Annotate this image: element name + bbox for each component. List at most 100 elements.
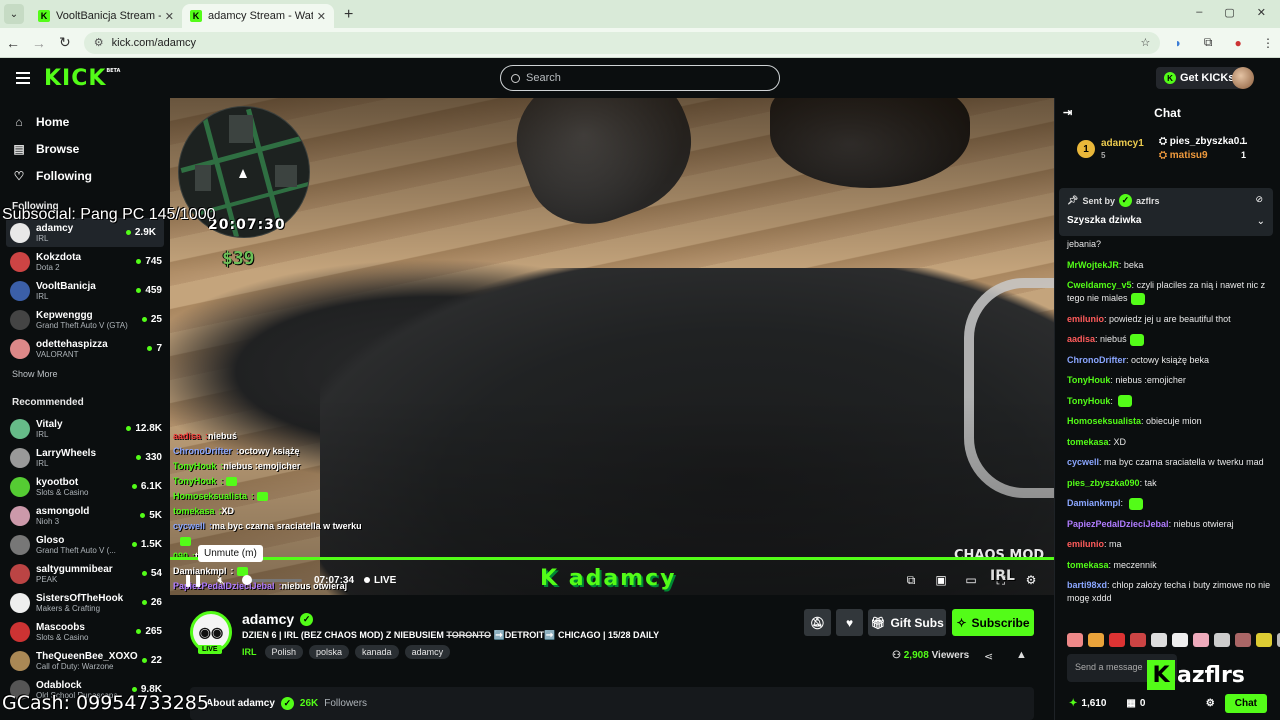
report-icon[interactable]: ▲ [1016, 649, 1027, 661]
emote-icon[interactable] [1193, 633, 1209, 647]
fullscreen-icon[interactable]: ⛶ [990, 573, 1012, 588]
sidebar-channel-vitaly[interactable]: Vitaly IRL 12.8K [0, 414, 170, 443]
chat-username[interactable]: barti98xd [1067, 580, 1107, 590]
collapse-chat-icon[interactable]: ⇥ [1063, 106, 1072, 119]
sidebar-channel-larrywheels[interactable]: LarryWheels IRL 330 [0, 443, 170, 472]
chat-username[interactable]: TonyHouk [1067, 396, 1110, 406]
streamer-name[interactable]: adamcy ✓ [242, 611, 314, 627]
reload-icon[interactable]: ↻ [52, 34, 78, 51]
sidebar-channel-kyootbot[interactable]: kyootbot Slots & Casino 6.1K [0, 472, 170, 501]
close-tab-icon[interactable]: ✕ [165, 10, 174, 23]
pinned-message[interactable]: 📌︎ Sent by ✓ azflrs Szyszka dziwka ⊘ ⌄ [1059, 188, 1273, 236]
emote-icon[interactable] [1088, 633, 1104, 647]
chat-username[interactable]: cycwell [1067, 457, 1099, 467]
clip-icon[interactable]: ▣ [930, 573, 952, 588]
chat-username[interactable]: pies_zbyszka090 [1067, 478, 1140, 488]
chat-username[interactable]: emilunio [1067, 314, 1104, 324]
minimize-button[interactable]: – [1196, 6, 1202, 19]
chat-settings-gear-icon[interactable]: ⚙ [1206, 698, 1215, 709]
chat-username[interactable]: TonyHouk [1067, 375, 1110, 385]
notifications-off-button[interactable]: 🔕︎ [804, 609, 831, 636]
menu-icon[interactable] [16, 69, 30, 87]
emote-icon[interactable] [1067, 633, 1083, 647]
channel-points[interactable]: ✦ 1,610 [1069, 698, 1106, 709]
maximize-button[interactable]: ▢ [1224, 6, 1234, 19]
chat-username[interactable]: MrWojtekJR [1067, 260, 1119, 270]
volume-knob[interactable] [242, 574, 252, 585]
emote-icon[interactable] [1256, 633, 1272, 647]
live-indicator[interactable]: LIVE [364, 575, 396, 586]
sidebar-channel-kepwenggg[interactable]: Kepwenggg Grand Theft Auto V (GTA) 25 [0, 305, 170, 334]
chat-username[interactable]: Damiankmpl [1067, 498, 1121, 508]
emote-icon[interactable] [1235, 633, 1251, 647]
sidebar-item-home[interactable]: ⌂ Home [12, 108, 170, 135]
site-info-icon[interactable]: ⚙ [94, 36, 104, 49]
tag-chip[interactable]: polska [309, 645, 350, 659]
chat-username[interactable]: Cweldamcy_v5 [1067, 280, 1132, 290]
gift-counter[interactable]: ▦ 0 [1126, 698, 1145, 709]
emote-icon[interactable] [1130, 633, 1146, 647]
search-input[interactable]: Search [500, 65, 780, 91]
emote-icon[interactable] [1109, 633, 1125, 647]
sidebar-item-browse[interactable]: ▤ Browse [12, 135, 170, 162]
profile-extension-icon[interactable]: ● [1226, 36, 1250, 50]
new-tab-button[interactable]: + [344, 6, 353, 24]
mini-player-icon[interactable]: ⧉ [900, 573, 922, 588]
sidebar-channel-gloso[interactable]: Gloso Grand Theft Auto V (... 1.5K [0, 530, 170, 559]
sidebar-channel-asmongold[interactable]: asmongold Nioh 3 5K [0, 501, 170, 530]
extensions-puzzle-icon[interactable]: ⧉ [1196, 35, 1220, 50]
leaderboard-user[interactable]: ⛭ matisu9 [1159, 150, 1208, 161]
chat-username[interactable]: tomekasa [1067, 560, 1109, 570]
forward-icon[interactable]: → [26, 35, 52, 51]
follow-button[interactable]: ♥ [836, 609, 863, 636]
user-avatar[interactable] [1232, 67, 1254, 89]
chat-username[interactable]: tomekasa [1067, 437, 1109, 447]
tab-adamcy[interactable]: K adamcy Stream - Watch Live on... ✕ [182, 4, 334, 28]
close-window-button[interactable]: ✕ [1257, 6, 1266, 19]
sidebar-channel-mascoobs[interactable]: Mascoobs Slots & Casino 265 [0, 617, 170, 646]
bookmark-star-icon[interactable]: ☆ [1140, 36, 1150, 49]
emote-icon[interactable] [1151, 633, 1167, 647]
volume-slider[interactable] [242, 574, 302, 585]
back-icon[interactable]: ← [0, 35, 26, 51]
chat-username[interactable]: Homoseksualista [1067, 416, 1141, 426]
settings-gear-icon[interactable]: ⚙ [1020, 573, 1042, 588]
leaderboard-user[interactable]: ⛭ pies_zbyszka0... [1159, 136, 1248, 147]
gift-subs-button[interactable]: 🎁︎ Gift Subs [868, 609, 946, 636]
chat-username[interactable]: emilunio [1067, 539, 1104, 549]
pinned-user[interactable]: azflrs [1136, 196, 1160, 206]
share-icon[interactable]: ⋖ [984, 650, 993, 663]
leaderboard-user[interactable]: adamcy1 [1101, 138, 1144, 149]
subscribe-button[interactable]: ✧ Subscribe [952, 609, 1034, 636]
tab-vooltbanicja[interactable]: K VooltBanicja Stream - Watch Li... ✕ [30, 4, 182, 28]
sidebar-channel-saltygummibear[interactable]: saltygummibear PEAK 54 [0, 559, 170, 588]
emote-icon[interactable] [1172, 633, 1188, 647]
theatre-mode-icon[interactable]: ▭ [960, 573, 982, 588]
unpin-icon[interactable]: ⊘ [1255, 194, 1263, 205]
emote-icon[interactable] [1214, 633, 1230, 647]
tag-chip[interactable]: kanada [355, 645, 399, 659]
sidebar-channel-sistersofthehook[interactable]: SistersOfTheHook Makers & Crafting 26 [0, 588, 170, 617]
chevron-down-icon[interactable]: ⌄ [1257, 216, 1265, 227]
chat-username[interactable]: aadisa [1067, 334, 1095, 344]
category-link[interactable]: IRL [242, 647, 257, 657]
pause-icon[interactable]: ❚❚ [182, 573, 204, 587]
get-kicks-button[interactable]: K Get KICKs [1156, 67, 1243, 89]
close-tab-icon[interactable]: ✕ [317, 10, 326, 23]
kick-logo[interactable]: KICK BETA [44, 66, 120, 91]
chat-username[interactable]: ChronoDrifter [1067, 355, 1126, 365]
video-player[interactable]: 20:07:30 $39 aadisa:niebuś ChronoDrifter:… [170, 98, 1054, 595]
browser-menu-icon[interactable]: ⋮ [1256, 36, 1280, 50]
sidebar-channel-kokzdota[interactable]: Kokzdota Dota 2 745 [0, 247, 170, 276]
sidebar-channel-odettehaspizza[interactable]: odettehaspizza VALORANT 7 [0, 334, 170, 363]
tab-search-button[interactable]: ⌄ [4, 4, 24, 24]
show-more-link[interactable]: Show More [0, 363, 170, 385]
chat-username[interactable]: PapiezPedalDzieciJebal [1067, 519, 1169, 529]
extension-icon[interactable]: ◗ [1166, 36, 1190, 50]
sidebar-channel-vooltbanicja[interactable]: VooltBanicja IRL 459 [0, 276, 170, 305]
muted-volume-icon[interactable]: 🔇︎ [210, 573, 232, 588]
tag-chip[interactable]: adamcy [404, 645, 451, 659]
send-chat-button[interactable]: Chat [1224, 693, 1267, 713]
sidebar-item-following[interactable]: ♡ Following [12, 162, 170, 189]
address-bar[interactable]: ⚙ kick.com/adamcy ☆ [83, 31, 1161, 54]
